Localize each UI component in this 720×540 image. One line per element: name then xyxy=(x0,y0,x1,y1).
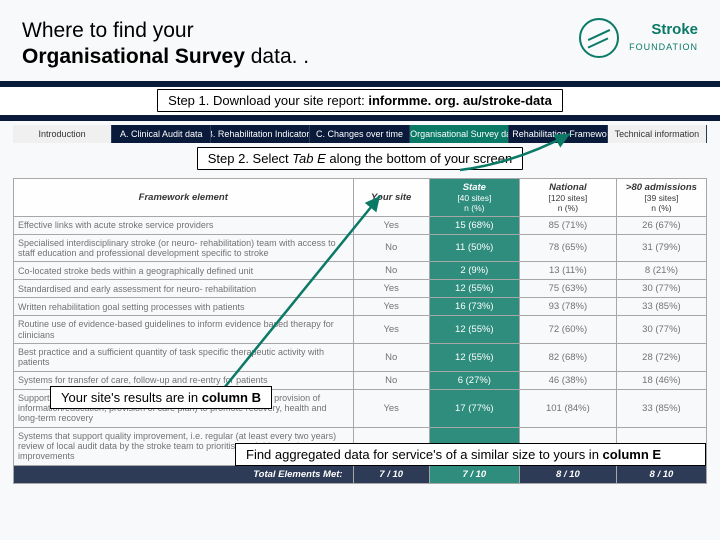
th-your: Your site xyxy=(353,178,429,216)
title-line1: Where to find your xyxy=(22,19,194,42)
cell-national: 85 (71%) xyxy=(519,216,616,234)
cell-big: 33 (85%) xyxy=(616,389,706,427)
cell-national: 75 (63%) xyxy=(519,280,616,298)
cell-your: Yes xyxy=(353,389,429,427)
cell-state: 15 (68%) xyxy=(429,216,519,234)
divider xyxy=(0,115,720,121)
logo-text: Stroke FOUNDATION xyxy=(629,22,698,54)
callout-e-bold: column E xyxy=(603,447,662,462)
cell-big: 31 (79%) xyxy=(616,234,706,262)
step2-prefix: Step 2. Select xyxy=(208,151,293,166)
cell-state: 12 (55%) xyxy=(429,280,519,298)
cell-big: 26 (67%) xyxy=(616,216,706,234)
cell-national: 46 (38%) xyxy=(519,371,616,389)
th-state: State [40 sites] n (%) xyxy=(429,178,519,216)
cell-big: 33 (85%) xyxy=(616,298,706,316)
tab-tech: Technical information xyxy=(608,125,707,143)
cell-big: 30 (77%) xyxy=(616,280,706,298)
step1-url: informme. org. au/stroke-data xyxy=(368,93,551,108)
table-body: Effective links with acute stroke servic… xyxy=(14,216,707,465)
title-rest: data. . xyxy=(245,45,309,68)
tf-big: 8 / 10 xyxy=(616,465,706,483)
table-row: Effective links with acute stroke servic… xyxy=(14,216,707,234)
logo-line1: Stroke xyxy=(651,21,698,38)
cell-your: Yes xyxy=(353,298,429,316)
callout-b-text: Your site's results are in xyxy=(61,390,202,405)
title-bold: Organisational Survey xyxy=(22,45,245,68)
table-row: Routine use of evidence-based guidelines… xyxy=(14,316,707,344)
cell-national: 101 (84%) xyxy=(519,389,616,427)
cell-your: Yes xyxy=(353,280,429,298)
cell-your: No xyxy=(353,262,429,280)
cell-big: 28 (72%) xyxy=(616,343,706,371)
tf-label: Total Elements Met: xyxy=(14,465,354,483)
cell-state: 12 (55%) xyxy=(429,343,519,371)
cell-national: 93 (78%) xyxy=(519,298,616,316)
th-national: National [120 sites] n (%) xyxy=(519,178,616,216)
cell-your: Yes xyxy=(353,216,429,234)
cell-element: Best practice and a sufficient quantity … xyxy=(14,343,354,371)
stroke-foundation-logo: Stroke FOUNDATION xyxy=(579,18,698,58)
logo-line2: FOUNDATION xyxy=(629,42,698,52)
cell-national: 82 (68%) xyxy=(519,343,616,371)
tf-nat: 8 / 10 xyxy=(519,465,616,483)
cell-element: Standardised and early assessment for ne… xyxy=(14,280,354,298)
table-footer: Total Elements Met: 7 / 10 7 / 10 8 / 10… xyxy=(14,465,707,483)
callout-column-b: Your site's results are in column B xyxy=(50,386,272,409)
cell-big: 30 (77%) xyxy=(616,316,706,344)
cell-national: 72 (60%) xyxy=(519,316,616,344)
table-row: Specialised interdisciplinary stroke (or… xyxy=(14,234,707,262)
cell-your: No xyxy=(353,371,429,389)
callout-e-text: Find aggregated data for service's of a … xyxy=(246,447,603,462)
tf-your: 7 / 10 xyxy=(353,465,429,483)
th-element: Framework element xyxy=(14,178,354,216)
cell-your: No xyxy=(353,234,429,262)
cell-state: 16 (73%) xyxy=(429,298,519,316)
tab-e: E. Rehabilitation Framework xyxy=(509,125,608,143)
tf-state: 7 / 10 xyxy=(429,465,519,483)
table-row: Standardised and early assessment for ne… xyxy=(14,280,707,298)
step-2-banner: Step 2. Select Tab E along the bottom of… xyxy=(197,147,524,170)
cell-state: 11 (50%) xyxy=(429,234,519,262)
cell-national: 78 (65%) xyxy=(519,234,616,262)
tab-intro: Introduction xyxy=(13,125,112,143)
cell-your: Yes xyxy=(353,316,429,344)
th-big: >80 admissions [39 sites] n (%) xyxy=(616,178,706,216)
cell-your: No xyxy=(353,343,429,371)
tab-c: C. Changes over time xyxy=(310,125,409,143)
cell-element: Routine use of evidence-based guidelines… xyxy=(14,316,354,344)
step1-text: Step 1. Download your site report: xyxy=(168,93,368,108)
globe-icon xyxy=(579,18,619,58)
cell-state: 17 (77%) xyxy=(429,389,519,427)
cell-big: 18 (46%) xyxy=(616,371,706,389)
cell-national: 13 (11%) xyxy=(519,262,616,280)
cell-state: 6 (27%) xyxy=(429,371,519,389)
step-1-banner: Step 1. Download your site report: infor… xyxy=(157,89,563,112)
tab-b: B. Rehabilitation Indicators xyxy=(211,125,310,143)
table-row: Written rehabilitation goal setting proc… xyxy=(14,298,707,316)
slide-header: Where to find your Organisational Survey… xyxy=(0,0,720,81)
step2-suffix: along the bottom of your screen xyxy=(326,151,512,166)
framework-table: Framework element Your site State [40 si… xyxy=(13,178,707,484)
step2-tab: Tab E xyxy=(292,151,326,166)
cell-element: Co-located stroke beds within a geograph… xyxy=(14,262,354,280)
callout-b-bold: column B xyxy=(202,390,261,405)
tab-d: D. Organisational Survey data xyxy=(410,125,509,143)
cell-state: 2 (9%) xyxy=(429,262,519,280)
callout-column-e: Find aggregated data for service's of a … xyxy=(235,443,706,466)
page-title: Where to find your Organisational Survey… xyxy=(22,18,309,71)
cell-big: 8 (21%) xyxy=(616,262,706,280)
cell-element: Written rehabilitation goal setting proc… xyxy=(14,298,354,316)
cell-element: Specialised interdisciplinary stroke (or… xyxy=(14,234,354,262)
tab-a: A. Clinical Audit data xyxy=(112,125,211,143)
report-tabs: Introduction A. Clinical Audit data B. R… xyxy=(13,125,707,143)
cell-element: Effective links with acute stroke servic… xyxy=(14,216,354,234)
table-row: Co-located stroke beds within a geograph… xyxy=(14,262,707,280)
table-row: Best practice and a sufficient quantity … xyxy=(14,343,707,371)
cell-state: 12 (55%) xyxy=(429,316,519,344)
